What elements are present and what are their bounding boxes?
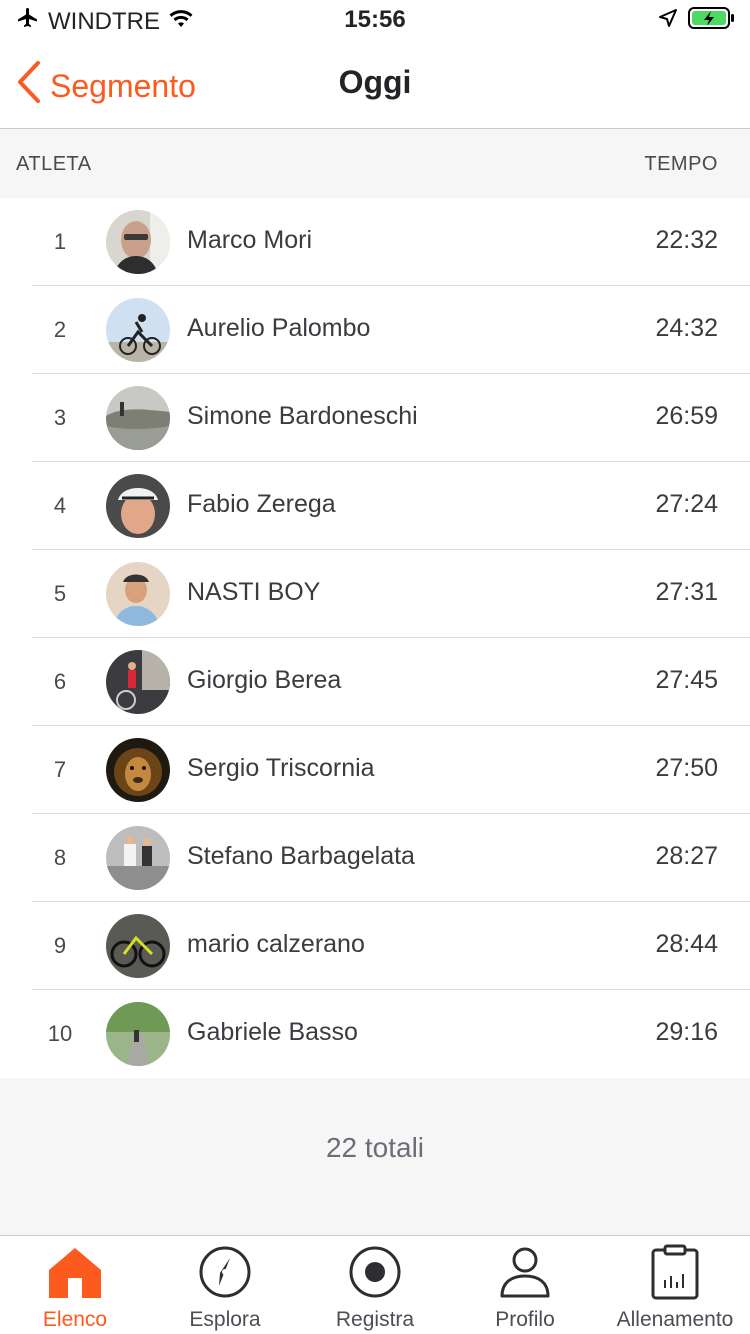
total-footer: 22 totali (0, 1078, 750, 1235)
time-column-header: TEMPO (644, 153, 718, 175)
total-count: 22 totali (325, 1132, 425, 1163)
status-bar: WINDTRE 15:56 (0, 0, 750, 40)
athlete-name: Sergio Triscornia (187, 754, 375, 782)
athlete-rank: 10 (47, 1021, 73, 1046)
tab-registra[interactable]: Registra (300, 1236, 450, 1334)
tab-label: Registra (335, 1308, 415, 1331)
athlete-time: 29:16 (655, 1018, 718, 1046)
tab-profilo[interactable]: Profilo (450, 1236, 600, 1334)
athlete-avatar[interactable] (106, 298, 170, 362)
compass-icon (197, 1244, 253, 1305)
athlete-rank: 8 (53, 845, 67, 870)
athlete-rank: 5 (53, 581, 67, 606)
profile-icon (497, 1244, 553, 1305)
leaderboard-header: ATLETA TEMPO (0, 129, 750, 198)
athlete-avatar[interactable] (106, 650, 170, 714)
navigation-bar: Segmento Oggi (0, 40, 750, 129)
athlete-rank: 1 (53, 229, 67, 254)
athlete-name: Simone Bardoneschi (187, 402, 418, 430)
athlete-time: 26:59 (655, 402, 718, 430)
athlete-row[interactable]: 2 Aurelio Palombo 24:32 (0, 286, 750, 374)
tab-label: Elenco (42, 1308, 108, 1331)
athlete-avatar[interactable] (106, 914, 170, 978)
tab-label: Allenamento (616, 1308, 734, 1331)
tab-label: Profilo (495, 1308, 555, 1331)
athlete-rank: 7 (53, 757, 67, 782)
record-icon (347, 1244, 403, 1305)
athlete-rank: 2 (53, 317, 67, 342)
athlete-name: mario calzerano (187, 930, 365, 958)
location-arrow-icon (658, 8, 678, 33)
athlete-row[interactable]: 8 Stefano Barbagelata 28:27 (0, 814, 750, 902)
tab-elenco[interactable]: Elenco (0, 1236, 150, 1334)
athlete-name: Gabriele Basso (187, 1018, 358, 1046)
athlete-row[interactable]: 10 Gabriele Basso 29:16 (0, 990, 750, 1078)
home-icon (47, 1244, 103, 1305)
athlete-row[interactable]: 7 Sergio Triscornia 27:50 (0, 726, 750, 814)
athlete-avatar[interactable] (106, 562, 170, 626)
athlete-time: 28:27 (655, 842, 718, 870)
athlete-avatar[interactable] (106, 210, 170, 274)
leaderboard-list: 1 Marco Mori 22:32 2 Aurelio Palombo 24:… (0, 198, 750, 1078)
athlete-time: 27:45 (655, 666, 718, 694)
athlete-rank: 4 (53, 493, 67, 518)
athlete-rank: 3 (53, 405, 67, 430)
athlete-name: Fabio Zerega (187, 490, 336, 518)
athlete-row[interactable]: 6 Giorgio Berea 27:45 (0, 638, 750, 726)
athlete-time: 27:31 (655, 578, 718, 606)
tab-esplora[interactable]: Esplora (150, 1236, 300, 1334)
page-title: Oggi (338, 64, 412, 100)
status-right (658, 6, 736, 35)
athlete-avatar[interactable] (106, 826, 170, 890)
athlete-rank: 9 (53, 933, 67, 958)
battery-icon (688, 6, 736, 35)
athlete-time: 22:32 (655, 226, 718, 254)
athlete-row[interactable]: 1 Marco Mori 22:32 (0, 198, 750, 286)
athlete-name: Marco Mori (187, 226, 313, 254)
athlete-row[interactable]: 4 Fabio Zerega 27:24 (0, 462, 750, 550)
athlete-row[interactable]: 3 Simone Bardoneschi 26:59 (0, 374, 750, 462)
athlete-time: 27:24 (655, 490, 718, 518)
athlete-row[interactable]: 9 mario calzerano 28:44 (0, 902, 750, 990)
training-icon (647, 1244, 703, 1305)
athlete-row[interactable]: 5 NASTI BOY 27:31 (0, 550, 750, 638)
athlete-avatar[interactable] (106, 474, 170, 538)
athlete-time: 28:44 (655, 930, 718, 958)
athlete-name: NASTI BOY (187, 578, 321, 606)
tab-allenamento[interactable]: Allenamento (600, 1236, 750, 1334)
athlete-rank: 6 (53, 669, 67, 694)
athlete-name: Aurelio Palombo (187, 314, 371, 342)
athlete-time: 27:50 (655, 754, 718, 782)
athlete-avatar[interactable] (106, 1002, 170, 1066)
athlete-avatar[interactable] (106, 386, 170, 450)
athlete-name: Stefano Barbagelata (187, 842, 415, 870)
athlete-avatar[interactable] (106, 738, 170, 802)
athlete-column-header: ATLETA (16, 153, 92, 175)
tab-label: Esplora (189, 1308, 261, 1331)
status-time: 15:56 (344, 6, 406, 33)
tab-bar: Elenco Esplora Registra Profilo Allename… (0, 1235, 750, 1334)
athlete-name: Giorgio Berea (187, 666, 342, 694)
athlete-time: 24:32 (655, 314, 718, 342)
